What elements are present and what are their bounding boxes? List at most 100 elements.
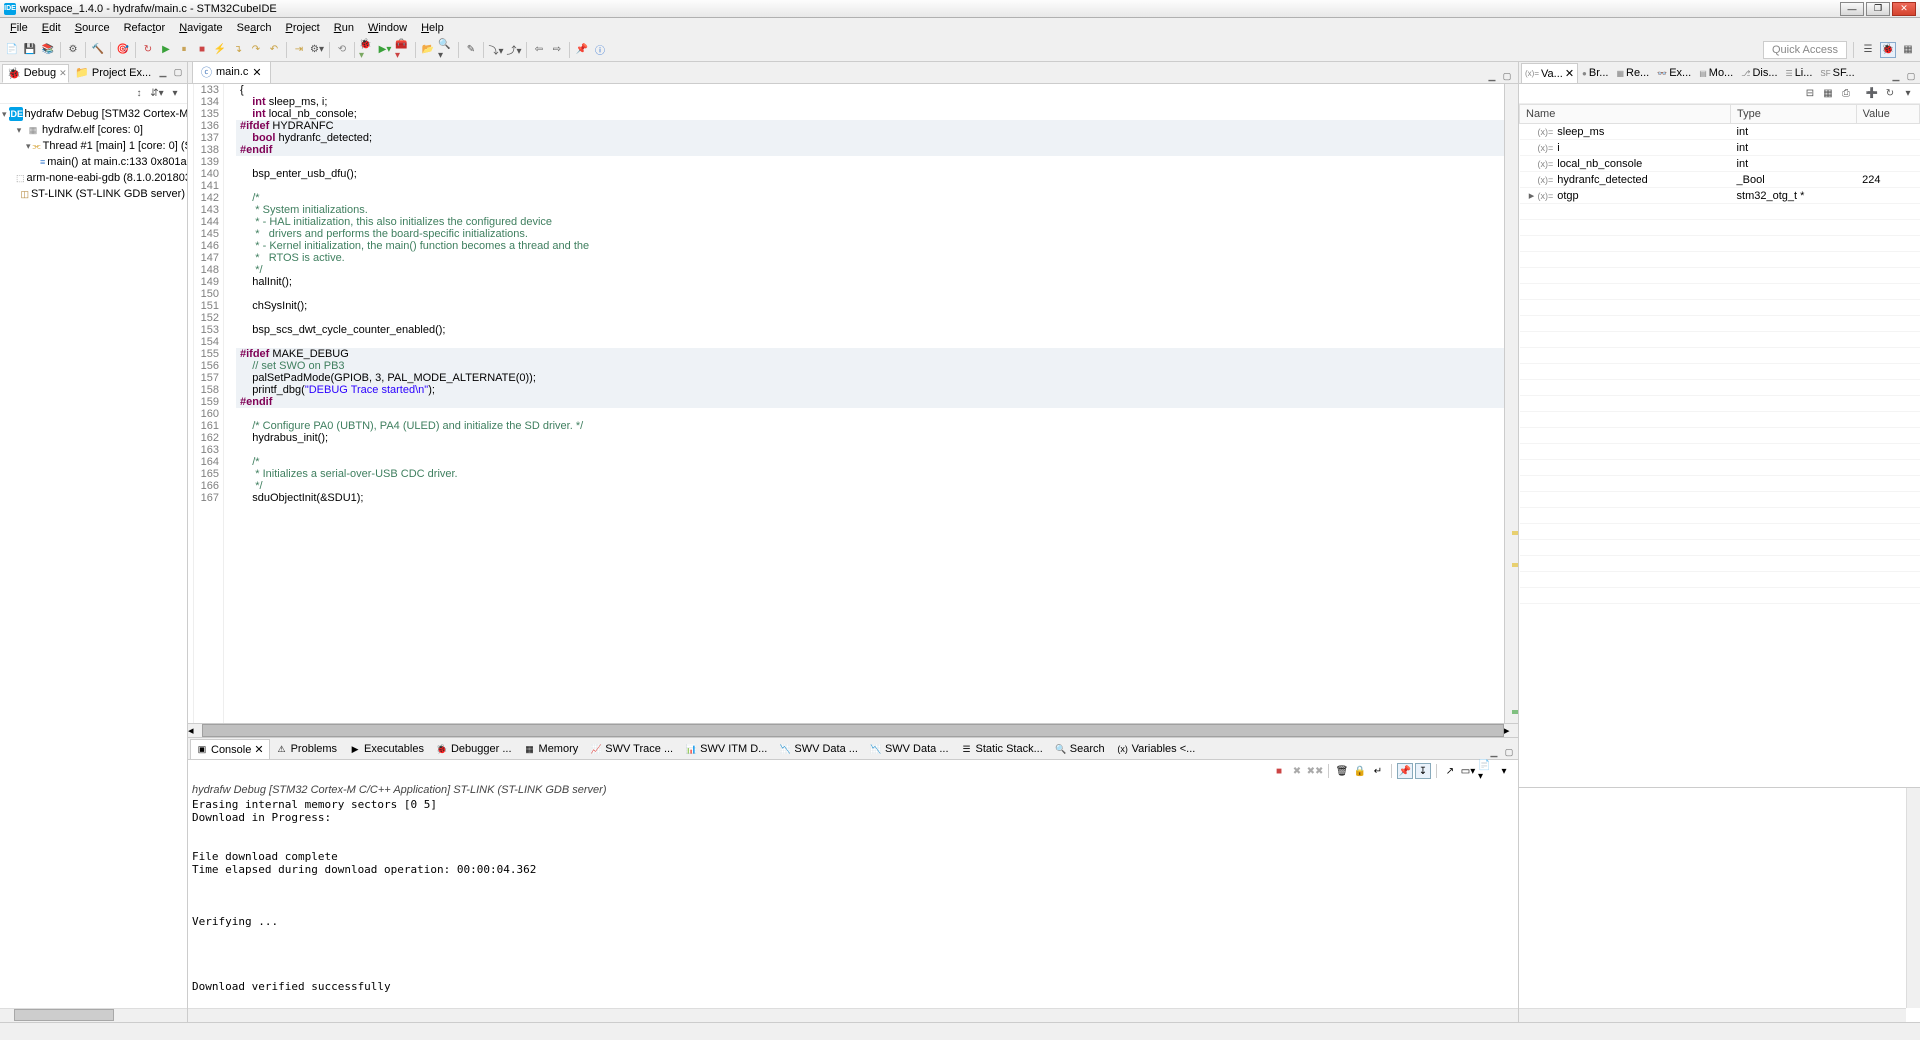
bottom-tab-swv-trace-[interactable]: 📈SWV Trace ...	[584, 739, 679, 759]
bottom-tab-variables-[interactable]: (x)Variables <...	[1111, 739, 1202, 759]
vars-layout-button[interactable]: ▦	[1820, 86, 1836, 102]
vars-collapse-button[interactable]: ⊟	[1802, 86, 1818, 102]
menu-edit[interactable]: Edit	[36, 20, 67, 36]
debug-thread-node[interactable]: ▾⫘ Thread #1 [main] 1 [core: 0] (Su...	[2, 138, 185, 154]
menu-source[interactable]: Source	[69, 20, 116, 36]
menu-navigate[interactable]: Navigate	[173, 20, 228, 36]
step-return-button[interactable]: ↶	[266, 42, 282, 58]
console-hscroll[interactable]	[188, 1008, 1518, 1022]
debug-toolbar-btn1[interactable]: ↕	[131, 86, 147, 102]
debug-gdb-node[interactable]: ⬚ arm-none-eabi-gdb (8.1.0.2018031...	[2, 170, 185, 186]
variable-row[interactable]: (x)=iint	[1520, 140, 1920, 156]
console-new-button[interactable]: 📄▾	[1478, 763, 1494, 779]
external-tools-button[interactable]: 🧰▾	[395, 42, 411, 58]
var-tab-7[interactable]: SFSF...	[1816, 63, 1858, 83]
menu-project[interactable]: Project	[280, 20, 326, 36]
next-annotation-button[interactable]: ⤵▾	[488, 42, 504, 58]
console-menu-button[interactable]: ▾	[1496, 763, 1512, 779]
tab-project-explorer[interactable]: 📁 Project Ex...	[71, 64, 152, 81]
tab-close-icon[interactable]: ✕	[254, 743, 263, 756]
var-col-name[interactable]: Name	[1520, 105, 1731, 124]
editor-tab-close-icon[interactable]: ✕	[252, 66, 261, 79]
console-scroll-lock-button[interactable]: 🔒	[1352, 763, 1368, 779]
prev-annotation-button[interactable]: ⤴▾	[506, 42, 522, 58]
vars-refresh-button[interactable]: ↻	[1882, 86, 1898, 102]
debug-tree[interactable]: ▾IDE hydrafw Debug [STM32 Cortex-M C/C..…	[0, 104, 187, 1008]
suspend-button[interactable]: ⏸	[176, 42, 192, 58]
debug-toolbar-btn2[interactable]: ⇵▾	[149, 86, 165, 102]
forward-button[interactable]: ⇨	[549, 42, 565, 58]
variables-table[interactable]: Name Type Value (x)=sleep_msint(x)=iint(…	[1519, 104, 1920, 787]
pin-button[interactable]: 📌	[574, 42, 590, 58]
perspective-cpp[interactable]: ☰	[1860, 42, 1876, 58]
code-text-area[interactable]: { int sleep_ms, i; int local_nb_console;…	[236, 84, 1504, 723]
menu-window[interactable]: Window	[362, 20, 413, 36]
bottom-tab-problems[interactable]: ⚠Problems	[270, 739, 343, 759]
menu-run[interactable]: Run	[328, 20, 360, 36]
quick-access-input[interactable]: Quick Access	[1763, 41, 1847, 59]
var-tab-0[interactable]: (x)=Va... ✕	[1521, 63, 1578, 83]
step-into-button[interactable]: ↴	[230, 42, 246, 58]
toggle-mark-button[interactable]: ✎	[463, 42, 479, 58]
back-button[interactable]: ⇦	[531, 42, 547, 58]
search-button[interactable]: 🔍▾	[438, 42, 454, 58]
variable-row[interactable]: ▸(x)=otgpstm32_otg_t *	[1520, 188, 1920, 204]
resume-button[interactable]: ▶	[158, 42, 174, 58]
info-button[interactable]: ⓘ	[592, 42, 608, 58]
debug-button[interactable]: 🐞▾	[359, 42, 375, 58]
step-over-button[interactable]: ↷	[248, 42, 264, 58]
editor-hscrollbar[interactable]: ◂▸	[188, 723, 1518, 737]
save-button[interactable]: 💾	[22, 42, 38, 58]
debug-view-menu[interactable]: ▾	[167, 86, 183, 102]
console-output[interactable]: Erasing internal memory sectors [0 5] Do…	[188, 798, 1518, 1008]
build-button[interactable]: 🔨	[90, 42, 106, 58]
var-col-type[interactable]: Type	[1731, 105, 1857, 124]
maximize-view-icon[interactable]: ▢	[171, 66, 185, 80]
new-button[interactable]: 📄	[4, 42, 20, 58]
terminate-button[interactable]: ■	[194, 42, 210, 58]
bottom-minimize-icon[interactable]: ▁	[1487, 745, 1501, 759]
var-col-value[interactable]: Value	[1856, 105, 1919, 124]
instruction-step-button[interactable]: ⇥	[291, 42, 307, 58]
vars-menu-button[interactable]: ▾	[1900, 86, 1916, 102]
open-type-button[interactable]: 📂	[420, 42, 436, 58]
console-clear-button[interactable]: 🗑	[1334, 763, 1350, 779]
var-tab-4[interactable]: ▤Mo...	[1695, 63, 1737, 83]
var-tab-1[interactable]: ●Br...	[1578, 63, 1612, 83]
console-remove-button[interactable]: ✖	[1289, 763, 1305, 779]
minimize-button[interactable]: —	[1840, 2, 1864, 16]
folding-gutter[interactable]	[224, 84, 236, 723]
bottom-tab-console[interactable]: ▣Console ✕	[190, 739, 270, 759]
debug-stlink-node[interactable]: ◫ ST-LINK (ST-LINK GDB server)	[2, 186, 185, 202]
console-remove-all-button[interactable]: ✖✖	[1307, 763, 1323, 779]
console-show-on-output-button[interactable]: ↧	[1415, 763, 1431, 779]
debug-elf-node[interactable]: ▾▦ hydrafw.elf [cores: 0]	[2, 122, 185, 138]
overview-ruler[interactable]	[1504, 84, 1518, 723]
tab-debug[interactable]: 🐞 Debug ✕	[2, 64, 69, 83]
run-button[interactable]: ▶▾	[377, 42, 393, 58]
bottom-tab-swv-itm-d-[interactable]: 📊SWV ITM D...	[679, 739, 773, 759]
bottom-tab-swv-data-[interactable]: 📉SWV Data ...	[773, 739, 864, 759]
step-mode-button[interactable]: ⚙▾	[309, 42, 325, 58]
bottom-maximize-icon[interactable]: ▢	[1502, 745, 1516, 759]
var-tab-3[interactable]: 👓Ex...	[1653, 63, 1695, 83]
console-terminate-button[interactable]: ■	[1271, 763, 1287, 779]
menu-file[interactable]: File	[4, 20, 34, 36]
left-panel-hscroll[interactable]	[0, 1008, 187, 1022]
code-editor[interactable]: 1331341351361371381391401411421431441451…	[188, 84, 1518, 723]
menu-refactor[interactable]: Refactor	[118, 20, 172, 36]
bottom-tab-memory[interactable]: ▦Memory	[518, 739, 585, 759]
bottom-tab-debugger-[interactable]: 🐞Debugger ...	[430, 739, 518, 759]
save-all-button[interactable]: 📚	[40, 42, 56, 58]
bottom-tab-search[interactable]: 🔍Search	[1049, 739, 1111, 759]
menu-search[interactable]: Search	[231, 20, 278, 36]
disconnect-button[interactable]: ⚡	[212, 42, 228, 58]
console-pin-button[interactable]: 📌	[1397, 763, 1413, 779]
reset-chip-button[interactable]: ⟲	[334, 42, 350, 58]
debug-stackframe-node[interactable]: ≡ main() at main.c:133 0x801a...	[2, 154, 185, 170]
console-open-button[interactable]: ↗	[1442, 763, 1458, 779]
close-button[interactable]: ✕	[1892, 2, 1916, 16]
bottom-tab-executables[interactable]: ▶Executables	[343, 739, 430, 759]
variables-detail-pane[interactable]	[1519, 787, 1920, 1022]
maximize-button[interactable]: ❐	[1866, 2, 1890, 16]
